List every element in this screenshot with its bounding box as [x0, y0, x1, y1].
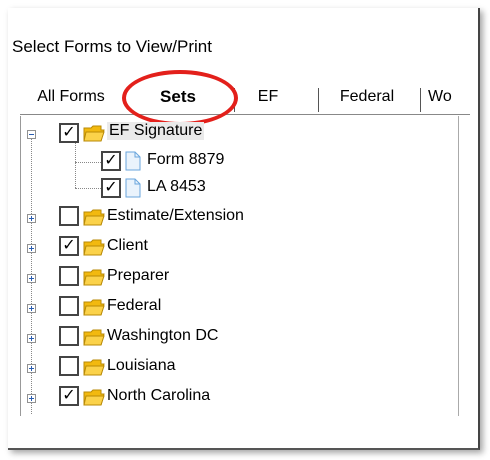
checkbox-form-8879[interactable]: ✓	[101, 151, 121, 171]
tree-guide-line	[75, 188, 101, 189]
checkbox-washington-dc[interactable]	[59, 326, 79, 346]
document-icon	[125, 151, 141, 171]
tree-label-washington-dc[interactable]: Washington DC	[107, 327, 218, 345]
checkbox-ef-signature[interactable]: ✓	[59, 123, 79, 143]
tree-label-louisiana[interactable]: Louisiana	[107, 357, 176, 375]
tree-label-preparer[interactable]: Preparer	[107, 267, 169, 285]
tree-guide-line	[75, 162, 101, 163]
folder-icon	[83, 359, 105, 376]
checkbox-client[interactable]: ✓	[59, 236, 79, 256]
expand-toggle[interactable]	[27, 274, 36, 283]
tab-wo[interactable]: Wo	[422, 80, 466, 114]
tree-label-estimate-extension[interactable]: Estimate/Extension	[107, 207, 244, 225]
checkbox-estimate-extension[interactable]	[59, 206, 79, 226]
folder-icon	[83, 209, 105, 226]
dialog-title: Select Forms to View/Print	[12, 37, 212, 56]
checkbox-preparer[interactable]	[59, 266, 79, 286]
tab-underline	[20, 114, 470, 115]
checkbox-federal[interactable]	[59, 296, 79, 316]
checkbox-la-8453[interactable]: ✓	[101, 178, 121, 198]
tree-label-federal[interactable]: Federal	[107, 297, 161, 315]
tree-label-la-8453[interactable]: LA 8453	[147, 178, 206, 196]
forms-tree: ✓ EF Signature ✓ Form 8879 ✓ LA 8453 Est…	[20, 116, 471, 416]
tree-guide-line	[75, 138, 76, 188]
checkbox-louisiana[interactable]	[59, 356, 79, 376]
folder-icon	[83, 389, 105, 406]
expand-toggle[interactable]	[27, 304, 36, 313]
folder-icon	[83, 125, 105, 142]
tab-ef[interactable]: EF	[240, 80, 296, 114]
tab-all-forms[interactable]: All Forms	[20, 80, 122, 114]
tree-label-ef-signature[interactable]: EF Signature	[107, 122, 205, 140]
folder-icon	[83, 299, 105, 316]
tree-label-client[interactable]: Client	[107, 237, 148, 255]
document-icon	[125, 178, 141, 198]
tab-separator	[318, 88, 319, 112]
expand-toggle[interactable]	[27, 364, 36, 373]
tree-label-north-carolina[interactable]: North Carolina	[107, 387, 210, 405]
expand-toggle[interactable]	[27, 394, 36, 403]
vertical-scrollbar[interactable]	[458, 116, 471, 416]
expand-toggle[interactable]	[27, 334, 36, 343]
expand-toggle[interactable]	[27, 244, 36, 253]
expand-toggle[interactable]	[27, 214, 36, 223]
checkbox-north-carolina[interactable]: ✓	[59, 386, 79, 406]
tree-label-form-8879[interactable]: Form 8879	[147, 151, 224, 169]
folder-icon	[83, 239, 105, 256]
folder-icon	[83, 329, 105, 346]
collapse-toggle[interactable]	[27, 130, 36, 139]
tab-separator	[420, 88, 421, 112]
tab-federal[interactable]: Federal	[324, 80, 410, 114]
tab-bar: All Forms Sets EF Federal Wo	[20, 80, 490, 114]
folder-icon	[83, 269, 105, 286]
